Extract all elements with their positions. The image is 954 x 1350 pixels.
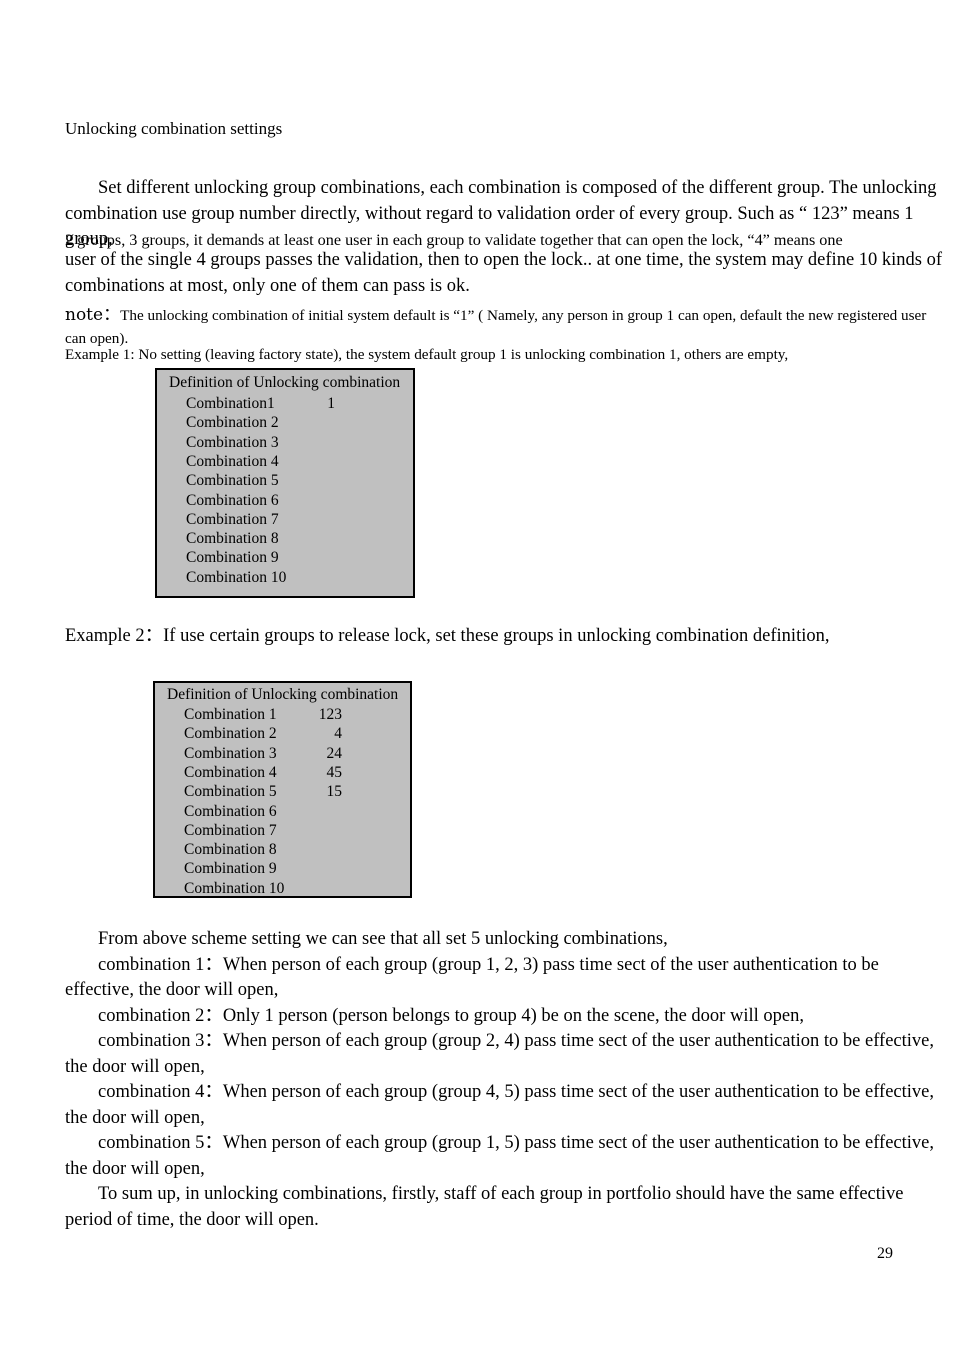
combination-4-description: combination 4：When person of each group … xyxy=(65,1082,935,1128)
table-row: Combination 9 xyxy=(155,860,410,879)
definition-box-2: Definition of Unlocking combination Comb… xyxy=(153,681,412,898)
combination-label: Combination 8 xyxy=(184,841,277,859)
example2-line: Example 2：If use certain groups to relea… xyxy=(65,626,830,646)
combination-label: Combination 3 xyxy=(184,744,277,762)
combination-label: Combination 7 xyxy=(184,821,277,839)
note-label: note： xyxy=(65,305,121,325)
note-text: The unlocking combination of initial sys… xyxy=(65,307,927,347)
table-row: Combination 10 xyxy=(157,569,413,588)
table-row: Combination 2 4 xyxy=(155,725,410,744)
combination-label: Combination 9 xyxy=(184,860,277,878)
combination-value: 4 xyxy=(334,725,342,743)
table-row: Combination 2 xyxy=(157,414,413,433)
combination-label: Combination 2 xyxy=(184,725,277,743)
example1-block: Example 1: No setting (leaving factory s… xyxy=(65,343,945,366)
table-row: Combination 5 xyxy=(157,472,413,491)
table-row: Combination 3 24 xyxy=(155,745,410,764)
combination-label: Combination 4 xyxy=(184,763,277,781)
combination-label: Combination 9 xyxy=(186,549,279,567)
combination-label: Combination 2 xyxy=(186,414,279,432)
combination-1-description: combination 1：When person of each group … xyxy=(65,954,879,1001)
combination-2-description: combination 2：Only 1 person (person belo… xyxy=(98,1005,804,1026)
definition-box-1-title: Definition of Unlocking combination xyxy=(169,374,401,391)
table-row: Combination 7 xyxy=(155,822,410,841)
combination-label: Combination1 xyxy=(186,395,275,412)
combination-value: 24 xyxy=(326,744,343,762)
combination-label: Combination 10 xyxy=(186,568,287,586)
conclusion-paragraph: To sum up, in unlocking combinations, fi… xyxy=(65,1184,904,1230)
combination-value: 1 xyxy=(327,395,335,412)
table-row: Combination 8 xyxy=(157,530,413,549)
intro-continuation-2: user of the single 4 groups passes the v… xyxy=(65,250,943,296)
table-row: Combination 5 15 xyxy=(155,783,410,802)
table-row: Combination 7 xyxy=(157,511,413,530)
table-row: Combination 4 xyxy=(157,453,413,472)
table-row: Combination 6 xyxy=(157,492,413,511)
table-row: Combination1 1 xyxy=(157,395,413,414)
combination-label: Combination 10 xyxy=(184,879,285,897)
table-row: Combination 3 xyxy=(157,434,413,453)
definition-box-1: Definition of Unlocking combination Comb… xyxy=(155,368,415,598)
closing-block: From above scheme setting we can see tha… xyxy=(65,927,945,1233)
combination-3-description: combination 3：When person of each group … xyxy=(65,1031,935,1077)
intro-continuation-block-2: user of the single 4 groups passes the v… xyxy=(65,248,945,299)
combination-label: Combination 8 xyxy=(186,530,279,548)
table-row: Combination 6 xyxy=(155,803,410,822)
summary-intro: From above scheme setting we can see tha… xyxy=(98,929,668,949)
combination-label: Combination 6 xyxy=(186,491,279,509)
table-row: Combination 1 123 xyxy=(155,706,410,725)
combination-label: Combination 3 xyxy=(186,433,279,451)
combination-label: Combination 4 xyxy=(186,452,279,470)
combination-label: Combination 7 xyxy=(186,510,279,528)
table-row: Combination 10 xyxy=(155,880,410,899)
definition-box-2-title: Definition of Unlocking combination xyxy=(167,686,399,703)
combination-value: 123 xyxy=(318,706,342,723)
combination-5-description: combination 5：When person of each group … xyxy=(65,1133,935,1179)
example1-line: Example 1: No setting (leaving factory s… xyxy=(65,346,789,363)
table-row: Combination 8 xyxy=(155,841,410,860)
table-row: Combination 9 xyxy=(157,549,413,568)
combination-label: Combination 5 xyxy=(186,472,279,490)
combination-label: Combination 5 xyxy=(184,783,277,801)
combination-label: Combination 6 xyxy=(184,802,277,820)
combination-label: Combination 1 xyxy=(184,706,277,723)
combination-value: 45 xyxy=(326,763,343,781)
page-title: Unlocking combination settings xyxy=(65,119,283,138)
page-number: 29 xyxy=(877,1245,893,1262)
table-row: Combination 4 45 xyxy=(155,764,410,783)
combination-value: 15 xyxy=(326,783,343,801)
document-page: Unlocking combination settings Set diffe… xyxy=(0,0,954,1350)
